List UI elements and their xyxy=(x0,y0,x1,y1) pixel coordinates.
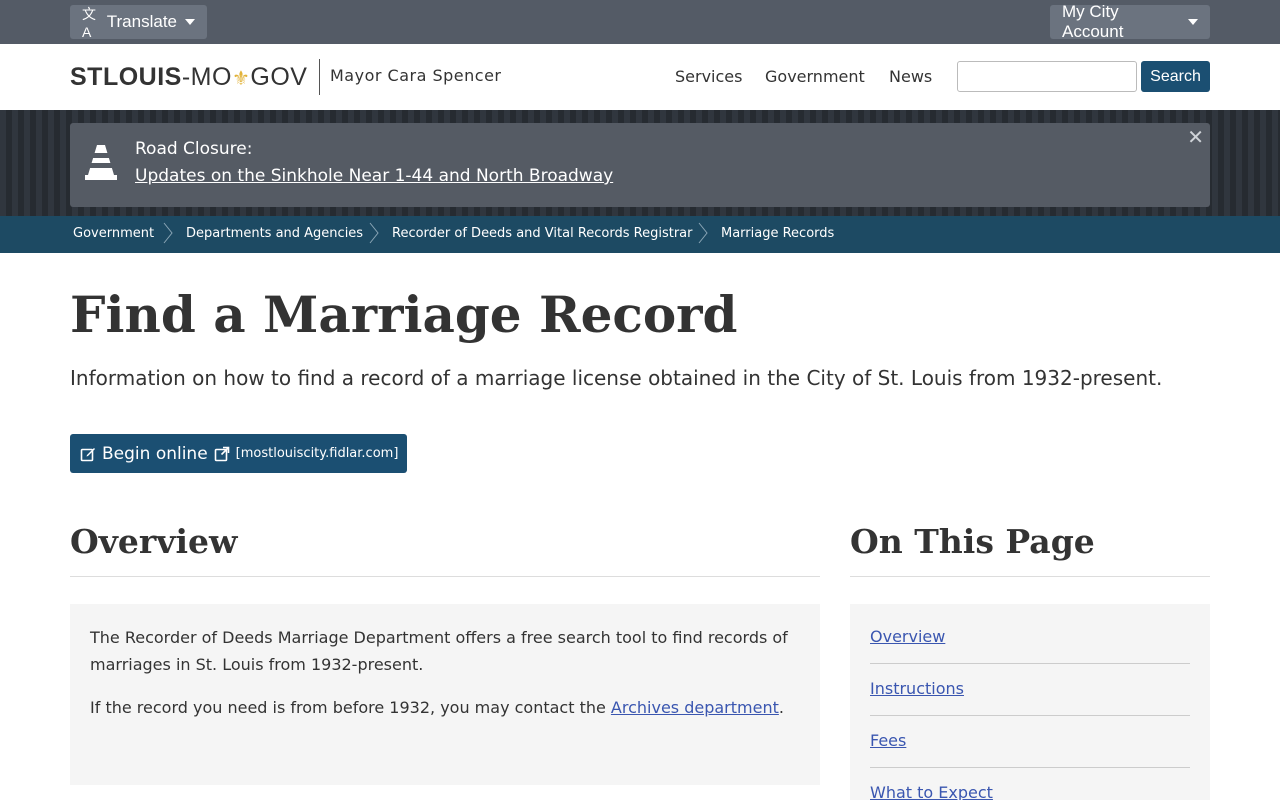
breadcrumb-government[interactable]: Government xyxy=(73,226,154,241)
alert-link[interactable]: Updates on the Sinkhole Near 1-44 and No… xyxy=(135,166,613,186)
traffic-cone-icon xyxy=(85,145,117,180)
overview-paragraph-2: If the record you need is from before 19… xyxy=(90,694,800,721)
external-link-icon xyxy=(214,446,229,461)
site-logo[interactable]: STLOUIS-MO⚜GOV xyxy=(70,63,307,92)
toc-divider xyxy=(850,576,1210,577)
begin-online-label: Begin online xyxy=(102,443,208,464)
toc-item-fees: Fees xyxy=(870,731,1190,750)
nav-news[interactable]: News xyxy=(889,67,932,86)
toc-heading: On This Page xyxy=(850,522,1095,561)
logo-bold-text: STLOUIS xyxy=(70,63,182,91)
overview-divider xyxy=(70,576,820,577)
fleur-de-lis-icon: ⚜ xyxy=(231,68,251,90)
alert-title: Road Closure: xyxy=(135,139,253,159)
toc-separator xyxy=(870,767,1190,768)
toc-link-overview[interactable]: Overview xyxy=(870,627,945,646)
search-input[interactable] xyxy=(957,61,1137,92)
my-city-account-button[interactable]: My City Account xyxy=(1050,2,1210,41)
chevron-right-icon xyxy=(163,222,173,244)
overview-paragraph-1: The Recorder of Deeds Marriage Departmen… xyxy=(90,628,788,674)
toc-item-overview: Overview xyxy=(870,627,1190,646)
translate-label: Translate xyxy=(106,12,177,31)
mayor-name: Mayor Cara Spencer xyxy=(330,66,502,85)
chevron-right-icon xyxy=(698,222,708,244)
breadcrumb-current: Marriage Records xyxy=(721,226,835,241)
toc-separator xyxy=(870,663,1190,664)
toc-item-instructions: Instructions xyxy=(870,679,1190,698)
toc-link-what-to-expect[interactable]: What to Expect xyxy=(870,783,993,800)
logo-text-gov: GOV xyxy=(250,63,308,91)
breadcrumb-departments[interactable]: Departments and Agencies xyxy=(186,226,363,241)
site-header: STLOUIS-MO⚜GOV Mayor Cara Spencer Servic… xyxy=(0,44,1280,110)
alert-band: Road Closure: Updates on the Sinkhole Ne… xyxy=(0,110,1280,216)
overview-p2-text: If the record you need is from before 19… xyxy=(90,698,611,717)
overview-p2-end: . xyxy=(778,698,784,717)
nav-services[interactable]: Services xyxy=(675,67,742,86)
archives-department-link[interactable]: Archives department xyxy=(611,698,779,717)
toc-link-fees[interactable]: Fees xyxy=(870,731,906,750)
page-title: Find a Marriage Record xyxy=(70,285,738,344)
logo-divider xyxy=(319,59,320,95)
on-this-page-panel: Overview Instructions Fees What to Expec… xyxy=(850,604,1210,800)
breadcrumb-recorder[interactable]: Recorder of Deeds and Vital Records Regi… xyxy=(392,226,693,241)
toc-separator xyxy=(870,715,1190,716)
logo-text-mo: -MO xyxy=(181,63,232,91)
page-subtitle: Information on how to find a record of a… xyxy=(70,366,1163,390)
utility-bar: 文A Translate My City Account xyxy=(0,0,1280,44)
nav-government[interactable]: Government xyxy=(765,67,865,86)
chevron-right-icon xyxy=(369,222,379,244)
overview-heading: Overview xyxy=(70,522,238,561)
caret-down-icon xyxy=(1188,19,1198,25)
toc-item-what-to-expect: What to Expect xyxy=(870,783,1190,800)
begin-online-domain: [mostlouiscity.fidlar.com] xyxy=(235,446,399,461)
translate-button[interactable]: 文A Translate xyxy=(70,5,207,40)
overview-panel: The Recorder of Deeds Marriage Departmen… xyxy=(70,604,820,785)
search-button[interactable]: Search xyxy=(1141,61,1210,92)
close-icon[interactable]: ✕ xyxy=(1187,125,1204,149)
account-label: My City Account xyxy=(1062,2,1124,41)
road-closure-alert: Road Closure: Updates on the Sinkhole Ne… xyxy=(70,123,1210,207)
begin-online-button[interactable]: Begin online [mostlouiscity.fidlar.com] xyxy=(70,434,407,473)
toc-link-instructions[interactable]: Instructions xyxy=(870,679,964,698)
translate-icon: 文A xyxy=(82,6,96,40)
edit-icon xyxy=(80,447,95,461)
caret-down-icon xyxy=(185,19,195,25)
breadcrumb: Government Departments and Agencies Reco… xyxy=(0,216,1280,253)
